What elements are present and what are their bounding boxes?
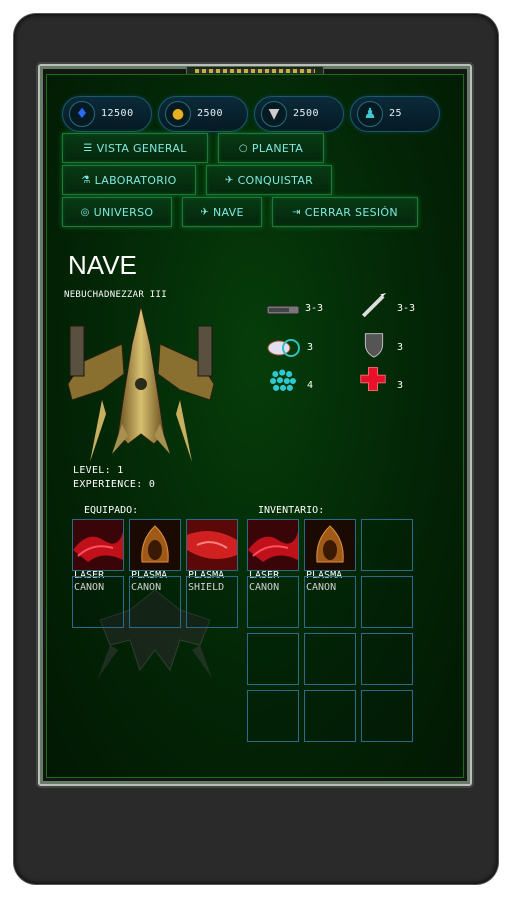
red-laser-icon [248, 520, 298, 570]
resource-oil: ▼ 2500 [254, 96, 344, 132]
stat-cannon: 3-3 [305, 303, 324, 314]
list-icon: ☰ [83, 142, 93, 154]
flask-icon: ⚗ [81, 174, 91, 186]
resource-crystal-value: 12500 [101, 108, 134, 119]
stat-thruster: 3 [307, 342, 314, 353]
inventory-label: INVENTARIO: [258, 505, 325, 516]
nav-planeta-button[interactable]: ○ PLANETA [218, 133, 324, 163]
resource-oil-value: 2500 [293, 108, 320, 119]
repair-icon [360, 367, 386, 391]
inventory-slot-11[interactable] [304, 690, 356, 742]
nav-nave-button[interactable]: ✈ NAVE [182, 197, 262, 227]
equipped-slot-5[interactable] [129, 576, 181, 628]
resource-gold-value: 2500 [197, 108, 224, 119]
stat-repair: 3 [397, 380, 404, 391]
orange-plasma-icon [305, 520, 355, 570]
inventory-slot-7[interactable] [247, 633, 299, 685]
orange-plasma-icon [130, 520, 180, 570]
red-laser-icon [73, 520, 123, 570]
equipped-slot-1[interactable]: LASER CANON [72, 519, 124, 593]
shield-icon [364, 333, 384, 358]
nav-cerrar-sesion-button[interactable]: ⇥ CERRAR SESIÓN [272, 197, 418, 227]
inventory-slot-3[interactable] [361, 519, 413, 571]
ship-icon: ✈ [224, 174, 234, 186]
ship-level: LEVEL: 1 [73, 465, 124, 476]
inventory-slot-12[interactable] [361, 690, 413, 742]
logout-icon: ⇥ [292, 206, 301, 218]
nav-laboratorio-button[interactable]: ⚗ LABORATORIO [62, 165, 196, 195]
ship-experience: EXPERIENCE: 0 [73, 479, 156, 490]
page-title: NAVE [68, 250, 137, 280]
equipped-slot-6[interactable] [186, 576, 238, 628]
stat-missile: 3-3 [397, 303, 416, 314]
resource-crystal: ♦ 12500 [62, 96, 152, 132]
population-icon: ♟ [357, 101, 383, 127]
equipped-label: EQUIPADO: [84, 505, 139, 516]
nav-conquistar-button[interactable]: ✈ CONQUISTAR [206, 165, 332, 195]
equipped-slot-2[interactable]: PLASMA CANON [129, 519, 181, 593]
ship-icon: ✈ [200, 206, 209, 218]
crystal-icon: ♦ [69, 101, 95, 127]
resource-gold: ● 2500 [158, 96, 248, 132]
red-shield-icon [187, 520, 237, 570]
ship-image [67, 305, 215, 462]
resource-population: ♟ 25 [350, 96, 440, 132]
inventory-slot-10[interactable] [247, 690, 299, 742]
stat-cells: 4 [307, 380, 314, 391]
cannon-icon [266, 305, 300, 315]
stat-shield: 3 [397, 342, 404, 353]
equipped-slot-4[interactable] [72, 576, 124, 628]
nav-vista-general-button[interactable]: ☰ VISTA GENERAL [62, 133, 208, 163]
galaxy-icon: ◎ [80, 206, 90, 218]
inventory-slot-8[interactable] [304, 633, 356, 685]
thruster-icon [267, 339, 300, 357]
inventory-slot-2[interactable]: PLASMA CANON [304, 519, 356, 593]
equipped-slot-3[interactable]: PLASMA SHIELD [186, 519, 238, 593]
inventory-slot-4[interactable] [247, 576, 299, 628]
inventory-slot-6[interactable] [361, 576, 413, 628]
gold-icon: ● [165, 101, 191, 127]
planet-icon: ○ [238, 142, 248, 154]
missile-icon [361, 293, 387, 318]
ship-name: NEBUCHADNEZZAR III [64, 290, 167, 300]
oil-icon: ▼ [261, 101, 287, 127]
inventory-slot-5[interactable] [304, 576, 356, 628]
inventory-slot-1[interactable]: LASER CANON [247, 519, 299, 593]
cells-icon [270, 369, 296, 391]
nav-universo-button[interactable]: ◎ UNIVERSO [62, 197, 172, 227]
resource-population-value: 25 [389, 108, 403, 119]
inventory-slot-9[interactable] [361, 633, 413, 685]
